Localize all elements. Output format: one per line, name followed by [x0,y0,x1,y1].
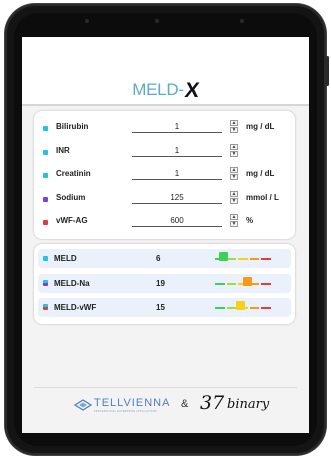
scale-segment [261,282,271,285]
input-row: Bilirubin 1 ▲ ▼ mg / dL [34,117,295,139]
value-stepper[interactable]: ▲ ▼ [230,143,238,158]
scale-segment [249,258,260,260]
scale-segment [226,282,237,285]
sensor-dot [240,19,244,23]
ampersand: & [181,398,189,410]
input-field[interactable]: 1 [132,168,222,180]
tellvienna-wordmark[interactable]: TELLVIENNA [94,397,170,409]
category-dot [43,220,48,225]
severity-marker [236,301,246,310]
scale-segment [249,307,260,309]
score-value: 19 [156,278,165,288]
stepper-up-icon[interactable]: ▲ [230,190,238,197]
input-label: Sodium [56,192,86,202]
stepper-up-icon[interactable]: ▲ [230,120,238,126]
tellvienna-tagline: PROFESSIONAL ENTERPRISE APPLICATIONS [94,410,158,413]
side-button [326,56,329,86]
severity-scale [214,276,272,290]
score-label: MELD-vWF [54,303,97,312]
result-row: MELD-Na 19 [38,273,291,293]
footer-divider [34,387,297,388]
inputs-card: Bilirubin 1 ▲ ▼ mg / dL INR 1 ▲ ▼ Creatinin 1 ▲ ▼ mg … [34,111,295,239]
input-field[interactable]: 1 [132,121,222,133]
camera-row [5,19,326,25]
app-logo: MELD-X [22,77,309,102]
input-row: vWF-AG 600 ▲ ▼% [34,211,295,233]
scale-segment [261,307,271,309]
severity-scale [214,301,272,314]
stepper-down-icon[interactable]: ▼ [230,221,238,227]
scale-segment [215,307,225,309]
input-label: Creatinin [56,169,91,178]
category-dot [43,196,48,202]
results-card: MELD 6 MELD-Na 19 MELD-vWF 15 [34,244,295,324]
category-dot [43,126,48,131]
app-screen: MELD-X Bilirubin 1 ▲ ▼ mg / dL INR 1 ▲ ▼ Creatini… [22,37,309,433]
scale-segment [226,258,237,260]
input-label: INR [56,145,70,155]
37binary-logo-word[interactable]: binary [227,397,269,412]
unit-label: mg / dL [246,169,275,178]
severity-marker [218,252,228,261]
result-row: MELD 6 [38,249,291,268]
category-dot [43,304,48,310]
stepper-down-icon[interactable]: ▼ [230,127,238,133]
footer: TELLVIENNA PROFESSIONAL ENTERPRISE APPLI… [22,390,309,420]
category-dot [43,256,48,261]
severity-scale [214,252,272,265]
scale-segment [261,258,271,260]
input-row: INR 1 ▲ ▼ [34,141,295,163]
header-divider [22,104,309,106]
score-label: MELD [54,254,77,263]
severity-marker [243,276,253,286]
unit-label: mg / dL [246,122,275,131]
stepper-up-icon[interactable]: ▲ [230,167,238,173]
input-field[interactable]: 1 [132,145,222,157]
app-header: MELD-X [22,37,309,106]
unit-label: % [246,216,254,225]
stepper-down-icon[interactable]: ▼ [230,197,238,204]
input-row: Sodium 125 ▲ ▼ mmol / L [34,188,295,210]
tellvienna-logo-icon [74,399,92,411]
category-dot [43,279,48,286]
score-label: MELD-Na [54,278,90,288]
category-dot [43,149,48,155]
stepper-up-icon[interactable]: ▲ [230,143,238,150]
input-row: Creatinin 1 ▲ ▼ mg / dL [34,164,295,186]
stepper-down-icon[interactable]: ▼ [230,150,238,157]
scale-segment [238,258,248,260]
value-stepper[interactable]: ▲ ▼ [230,167,238,181]
category-dot [43,173,48,178]
value-stepper[interactable]: ▲ ▼ [230,214,238,228]
input-field[interactable]: 600 [132,215,222,227]
sensor-dot [85,19,89,23]
37binary-logo-number[interactable]: 37 [200,392,224,414]
stepper-down-icon[interactable]: ▼ [230,174,238,180]
scale-segment [215,282,225,285]
result-row: MELD-vWF 15 [38,298,291,317]
score-value: 6 [156,254,161,263]
value-stepper[interactable]: ▲ ▼ [230,190,238,205]
scale-segment [226,307,237,309]
logo-mark: X [183,79,201,102]
input-label: Bilirubin [56,122,89,131]
unit-label: mmol / L [246,192,279,202]
camera-dot [155,19,159,23]
logo-text: MELD- [132,80,184,99]
score-value: 15 [156,303,165,312]
stepper-up-icon[interactable]: ▲ [230,214,238,220]
value-stepper[interactable]: ▲ ▼ [230,120,238,134]
input-label: vWF-AG [56,216,88,225]
input-field[interactable]: 125 [132,192,222,204]
